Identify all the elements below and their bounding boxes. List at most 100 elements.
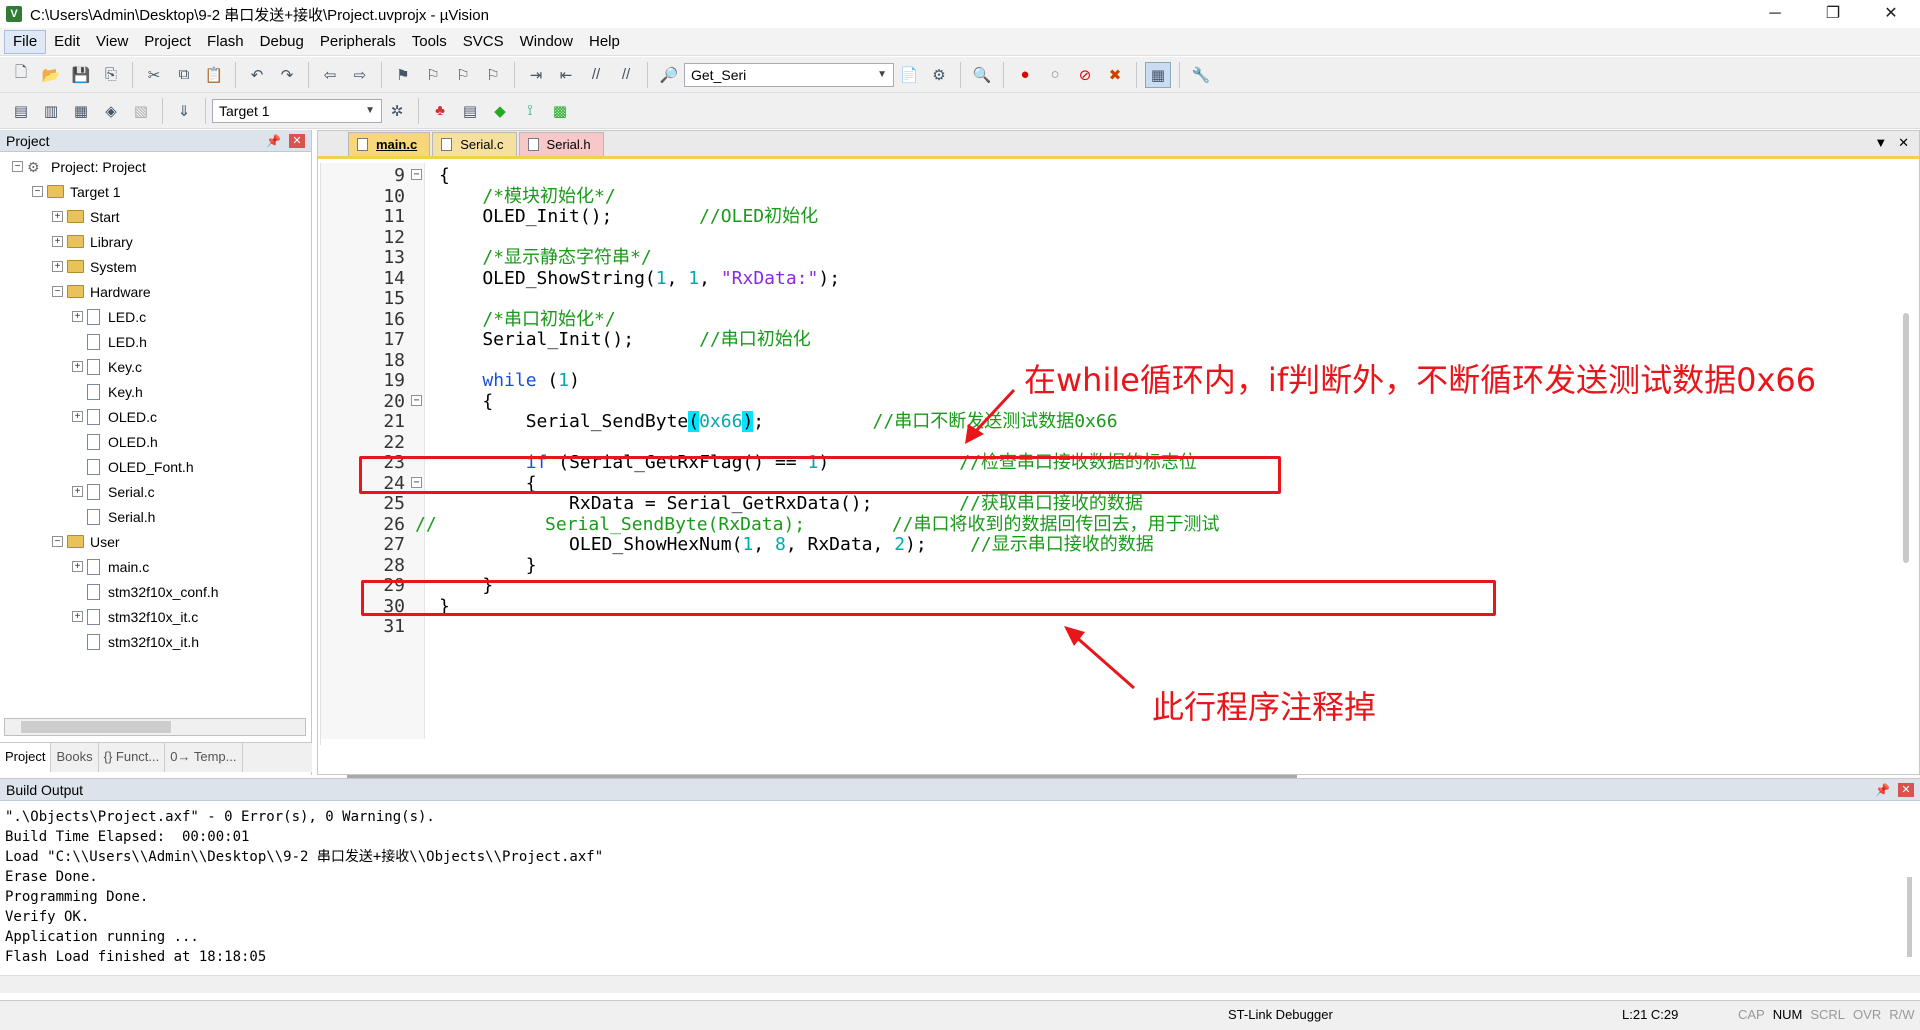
- expand-icon[interactable]: +: [72, 411, 83, 422]
- nav-back-icon[interactable]: ⇦: [317, 62, 343, 88]
- tree-item[interactable]: + OLED.c: [0, 404, 310, 429]
- tree-item[interactable]: + main.c: [0, 554, 310, 579]
- save-icon[interactable]: 💾: [68, 62, 94, 88]
- editor-vertical-scrollbar[interactable]: [1903, 313, 1909, 563]
- tree-item[interactable]: + stm32f10x_it.c: [0, 604, 310, 629]
- menu-svcs[interactable]: SVCS: [455, 28, 512, 56]
- tree-item[interactable]: stm32f10x_it.h: [0, 629, 310, 654]
- tree-item[interactable]: + LED.c: [0, 304, 310, 329]
- menu-edit[interactable]: Edit: [46, 28, 88, 56]
- menu-help[interactable]: Help: [581, 28, 628, 56]
- copy-icon[interactable]: ⧉: [171, 62, 197, 88]
- tree-item[interactable]: − Target 1: [0, 179, 310, 204]
- manage-rte-icon[interactable]: ◆: [487, 98, 513, 124]
- tree-item[interactable]: + System: [0, 254, 310, 279]
- indent-icon[interactable]: ⇥: [523, 62, 549, 88]
- expand-icon[interactable]: −: [52, 286, 63, 297]
- disable-all-breakpoints-icon[interactable]: ⊘: [1072, 62, 1098, 88]
- disable-breakpoint-icon[interactable]: ○: [1042, 62, 1068, 88]
- download-icon[interactable]: ⇓: [171, 98, 197, 124]
- pane-tab-3[interactable]: 0→ Temp...: [165, 743, 243, 772]
- tab-Serial-h[interactable]: Serial.h: [518, 132, 604, 156]
- batch-build-icon[interactable]: ◈: [98, 98, 124, 124]
- menu-view[interactable]: View: [88, 28, 136, 56]
- undo-icon[interactable]: ↶: [244, 62, 270, 88]
- tab-controls[interactable]: ▼ ✕: [1874, 135, 1909, 151]
- paste-icon[interactable]: 📋: [201, 62, 227, 88]
- expand-icon[interactable]: −: [12, 161, 23, 172]
- fold-icon[interactable]: −: [411, 169, 422, 180]
- menu-tools[interactable]: Tools: [404, 28, 455, 56]
- pane-tab-2[interactable]: {} Funct...: [99, 743, 166, 772]
- rebuild-icon[interactable]: ▦: [68, 98, 94, 124]
- expand-icon[interactable]: +: [52, 211, 63, 222]
- run-time-env-icon[interactable]: ▩: [547, 98, 573, 124]
- tree-item[interactable]: Key.h: [0, 379, 310, 404]
- translate-icon[interactable]: ▤: [8, 98, 34, 124]
- nav-forward-icon[interactable]: ⇨: [347, 62, 373, 88]
- bookmark-icon[interactable]: ⚑: [390, 62, 416, 88]
- menu-flash[interactable]: Flash: [199, 28, 252, 56]
- manage-project-icon[interactable]: ♣: [427, 98, 453, 124]
- code-area[interactable]: 9−{10 /*模块初始化*/11 OLED_Init(); //OLED初始化…: [320, 163, 1915, 778]
- build-output-horizontal-scrollbar[interactable]: [0, 975, 1920, 993]
- tree-item[interactable]: LED.h: [0, 329, 310, 354]
- tree-item[interactable]: Serial.h: [0, 504, 310, 529]
- tab-main-c[interactable]: main.c: [348, 132, 431, 156]
- new-file-icon[interactable]: 🗋: [8, 62, 34, 88]
- pane-tab-1[interactable]: Books: [51, 743, 99, 772]
- expand-icon[interactable]: +: [72, 361, 83, 372]
- expand-icon[interactable]: +: [52, 261, 63, 272]
- tree-item[interactable]: + Key.c: [0, 354, 310, 379]
- find-combo[interactable]: Get_Seri ▼: [684, 62, 894, 87]
- clear-bookmarks-icon[interactable]: ⚐: [480, 62, 506, 88]
- target-options-icon[interactable]: ✲: [384, 98, 410, 124]
- menu-file[interactable]: File: [4, 29, 47, 54]
- stop-build-icon[interactable]: ▧: [128, 98, 154, 124]
- fold-icon[interactable]: −: [411, 394, 422, 406]
- unindent-icon[interactable]: ⇤: [553, 62, 579, 88]
- tree-item[interactable]: stm32f10x_conf.h: [0, 579, 310, 604]
- redo-icon[interactable]: ↷: [274, 62, 300, 88]
- configure-icon[interactable]: 🔧: [1188, 62, 1214, 88]
- save-all-icon[interactable]: ⎘: [98, 62, 124, 88]
- tree-item[interactable]: + Start: [0, 204, 310, 229]
- menu-window[interactable]: Window: [512, 28, 581, 56]
- build-output-vertical-scrollbar[interactable]: [1907, 877, 1912, 957]
- expand-icon[interactable]: +: [72, 311, 83, 322]
- cut-icon[interactable]: ✂: [141, 62, 167, 88]
- tree-item[interactable]: + Serial.c: [0, 479, 310, 504]
- build-icon[interactable]: ▥: [38, 98, 64, 124]
- expand-icon[interactable]: −: [32, 186, 43, 197]
- select-packs-icon[interactable]: ▤: [457, 98, 483, 124]
- tree-item[interactable]: OLED_Font.h: [0, 454, 310, 479]
- find-in-files-icon[interactable]: 🔎: [656, 62, 682, 88]
- pin-icon[interactable]: 📌: [1875, 779, 1890, 801]
- tree-item[interactable]: − Hardware: [0, 279, 310, 304]
- tree-item[interactable]: + Library: [0, 229, 310, 254]
- tab-Serial-c[interactable]: Serial.c: [432, 132, 517, 156]
- close-icon[interactable]: ✕: [1898, 783, 1914, 797]
- close-button[interactable]: ✕: [1862, 0, 1920, 28]
- menu-debug[interactable]: Debug: [252, 28, 312, 56]
- prev-bookmark-icon[interactable]: ⚐: [420, 62, 446, 88]
- debug-session-icon[interactable]: 🔍: [969, 62, 995, 88]
- expand-icon[interactable]: +: [72, 486, 83, 497]
- find-icon[interactable]: 📄: [896, 62, 922, 88]
- pin-icon[interactable]: 📌: [266, 130, 281, 152]
- expand-icon[interactable]: +: [52, 236, 63, 247]
- pane-tab-0[interactable]: Project: [0, 743, 52, 772]
- tree-item[interactable]: OLED.h: [0, 429, 310, 454]
- open-folder-icon[interactable]: 📂: [38, 62, 64, 88]
- tree-item[interactable]: − User: [0, 529, 310, 554]
- tree-item[interactable]: − ⚙ Project: Project: [0, 154, 310, 179]
- uncomment-icon[interactable]: //: [613, 62, 639, 88]
- target-combo[interactable]: Target 1 ▼: [212, 98, 382, 123]
- minimize-button[interactable]: ─: [1746, 0, 1804, 28]
- maximize-button[interactable]: ❐: [1804, 0, 1862, 28]
- expand-icon[interactable]: +: [72, 611, 83, 622]
- menu-peripherals[interactable]: Peripherals: [312, 28, 404, 56]
- window-layout-icon[interactable]: ▦: [1145, 61, 1171, 88]
- expand-icon[interactable]: −: [52, 536, 63, 547]
- tree-horizontal-scrollbar[interactable]: [4, 718, 306, 736]
